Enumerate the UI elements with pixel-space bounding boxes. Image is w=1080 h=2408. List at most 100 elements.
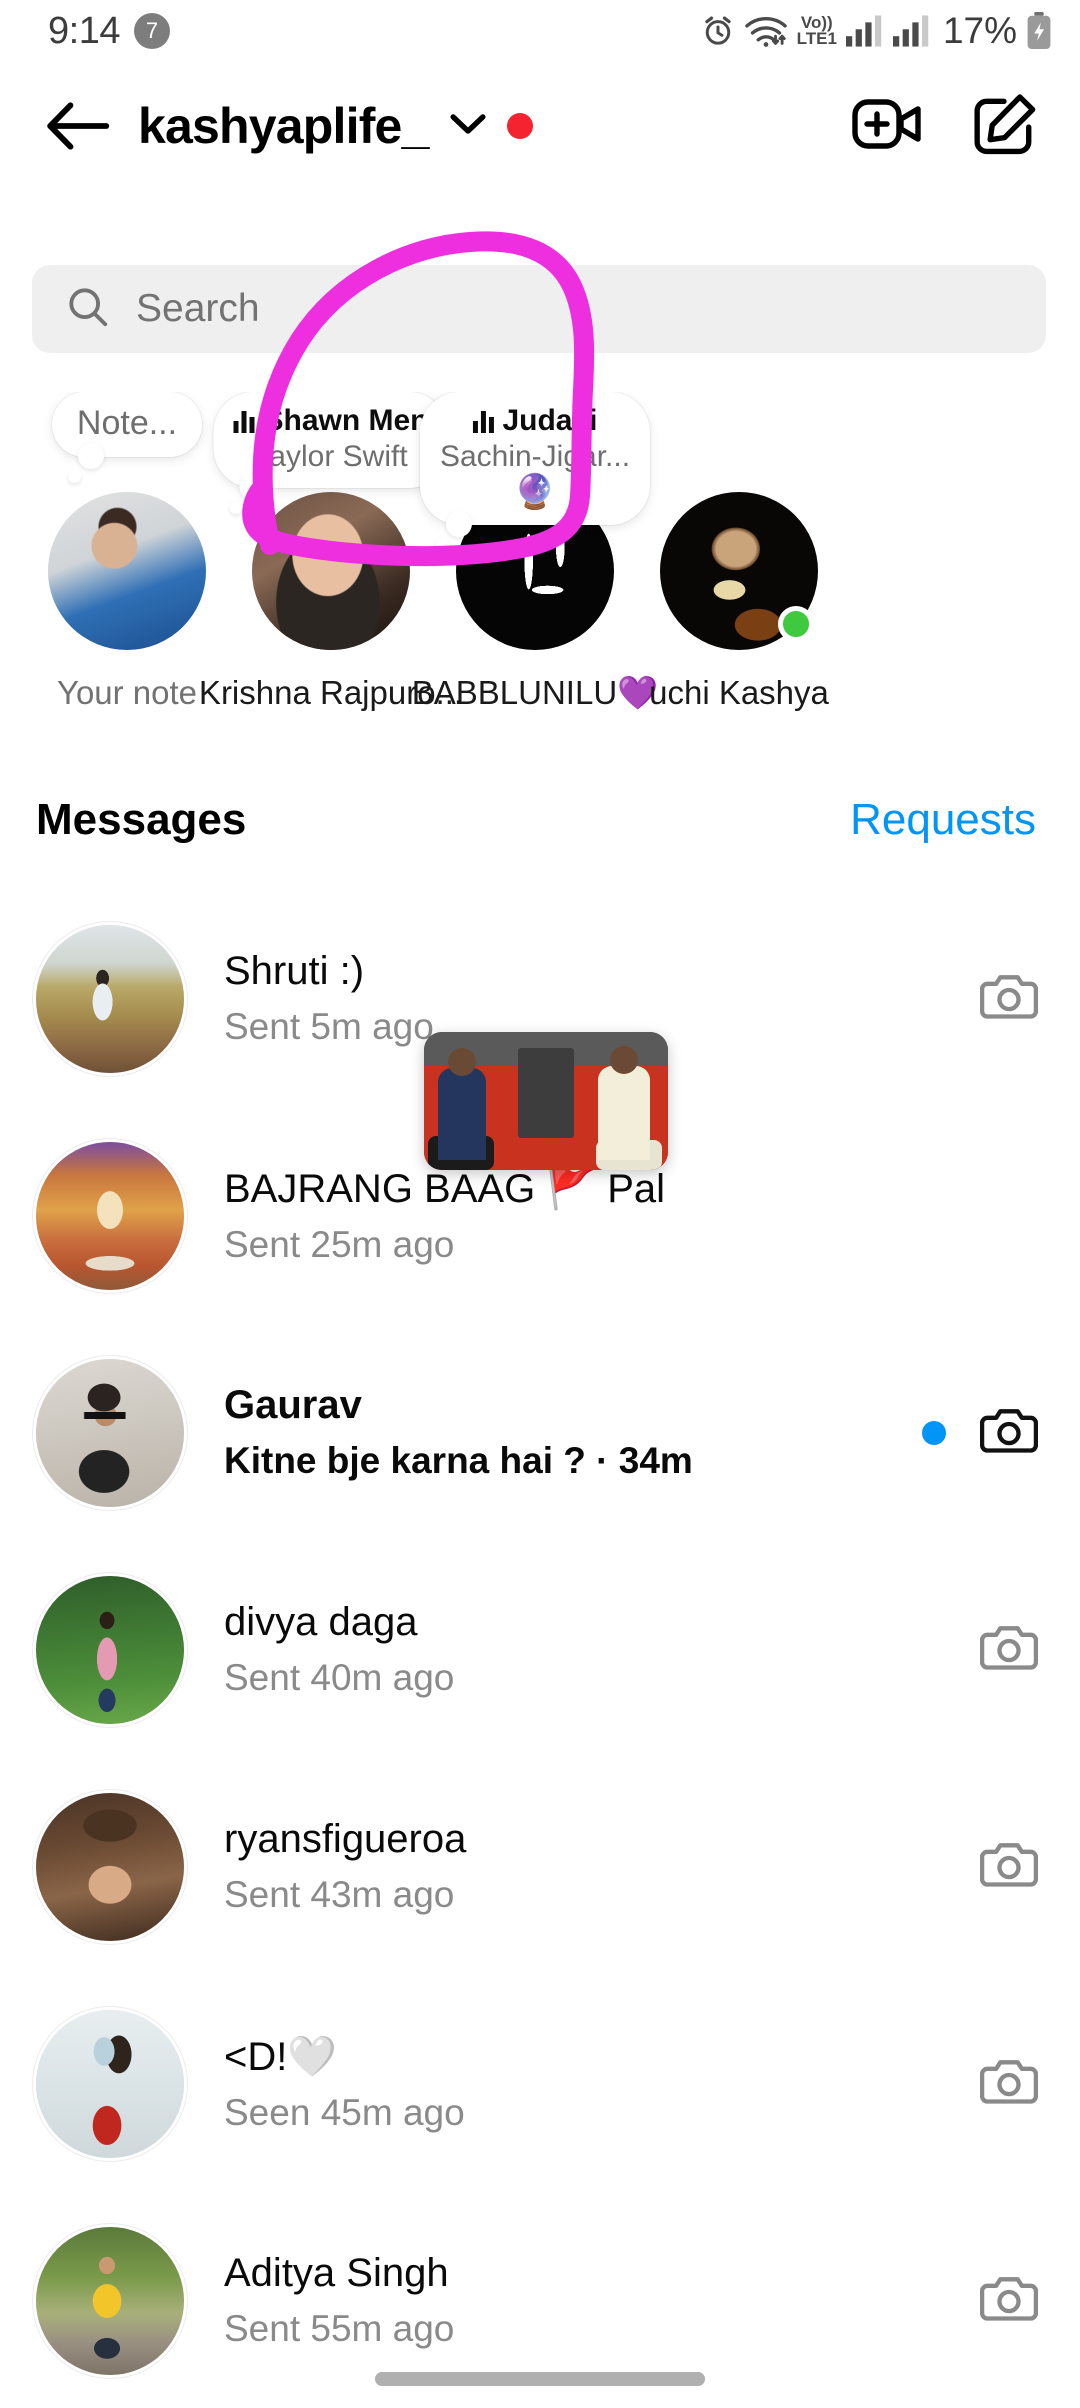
note-music-row: Judaai	[440, 404, 630, 438]
note-song-artist: Taylor Swift	[254, 440, 408, 473]
camera-icon[interactable]	[979, 970, 1039, 1027]
camera-icon[interactable]	[979, 2272, 1039, 2329]
avatar[interactable]	[36, 1358, 184, 1507]
table-row[interactable]: <D!🤍 Seen 45m ago	[0, 1975, 1080, 2192]
battery-icon	[1026, 12, 1052, 50]
status-bar-left: 9:14 7	[48, 10, 170, 53]
note-song-title: Shawn Men	[263, 404, 429, 437]
conversation-text: ryansfigueroa Sent 43m ago	[224, 1817, 980, 1916]
floating-video-preview[interactable]	[424, 1032, 668, 1170]
chevron-down-icon[interactable]	[449, 111, 487, 142]
camera-icon[interactable]	[979, 1838, 1039, 1895]
video-preview-person-left	[438, 1048, 486, 1160]
note-song-artist: Sachin-Jigar...	[439, 440, 631, 473]
conversation-text: BAJRANG BAAG 🚩 Pal Sent 25m ago	[224, 1165, 1038, 1266]
alarm-icon	[701, 14, 735, 48]
note-emoji: 🔮	[513, 473, 557, 511]
story-name: BABBLUNILU💜	[411, 674, 659, 711]
table-row[interactable]: Gaurav Kitne bje karna hai ? · 34m	[0, 1324, 1080, 1541]
table-row[interactable]: ryansfigueroa Sent 43m ago	[0, 1758, 1080, 1975]
account-switcher[interactable]: kashyaplife_	[138, 97, 533, 155]
music-equalizer-icon	[233, 409, 255, 433]
conversation-name: Shruti :)	[224, 949, 365, 993]
row-actions	[979, 1838, 1039, 1895]
instagram-direct-screen: 9:14 7 Vo)) LTE1 17% kashyaplife_ Search…	[0, 0, 1080, 2408]
note-bubble[interactable]: Shawn Men Taylor Swift	[213, 392, 449, 514]
new-message-icon[interactable]	[972, 93, 1038, 160]
avatar[interactable]	[36, 1792, 184, 1941]
note-bubble[interactable]: Judaai Sachin-Jigar... 🔮	[419, 392, 651, 552]
messages-section-header: Messages Requests	[0, 795, 1080, 845]
conversation-text: Aditya Singh Sent 55m ago	[224, 2251, 980, 2350]
search-icon	[66, 285, 110, 334]
search-placeholder: Search	[136, 287, 260, 330]
conversation-text: Gaurav Kitne bje karna hai ? · 34m	[224, 1383, 922, 1482]
conversation-name: Aditya Singh	[224, 2251, 449, 2295]
online-status-indicator	[778, 606, 814, 642]
page-title: kashyaplife_	[138, 98, 429, 154]
row-actions	[979, 2272, 1039, 2329]
app-header: kashyaplife_	[0, 62, 1080, 190]
conversation-name: <D!🤍	[224, 2035, 338, 2079]
avatar[interactable]	[660, 492, 818, 650]
row-actions	[979, 1621, 1039, 1678]
battery-percent-label: 17%	[942, 10, 1017, 51]
avatar[interactable]	[36, 1141, 184, 1290]
requests-link[interactable]: Requests	[850, 795, 1036, 845]
avatar[interactable]	[36, 2009, 184, 2158]
search-input[interactable]: Search	[32, 265, 1046, 353]
row-actions	[922, 1404, 1039, 1461]
volte-icon: Vo)) LTE1	[796, 15, 837, 48]
unread-indicator	[922, 1420, 946, 1445]
avatar[interactable]	[36, 2226, 184, 2375]
volte-label-bottom: LTE1	[796, 29, 837, 48]
notes-stories-row[interactable]: Note... Your note Shawn Men Taylor Swift	[0, 392, 1080, 722]
conversation-text: divya daga Sent 40m ago	[224, 1600, 980, 1699]
status-bar-right: Vo)) LTE1 17%	[701, 10, 1052, 52]
conversation-preview: Kitne bje karna hai ? · 34m	[224, 1440, 693, 1481]
back-button[interactable]	[40, 88, 116, 164]
conversation-name: ryansfigueroa	[224, 1817, 467, 1861]
conversation-preview: Sent 40m ago	[224, 1657, 455, 1698]
conversation-name: Gaurav	[224, 1383, 362, 1427]
avatar[interactable]	[48, 492, 206, 650]
conversation-preview: Sent 55m ago	[224, 2308, 455, 2349]
status-badge	[506, 113, 533, 139]
status-bar: 9:14 7 Vo)) LTE1 17%	[0, 0, 1080, 62]
video-preview-pillar	[518, 1048, 574, 1138]
camera-icon[interactable]	[979, 2055, 1039, 2112]
notification-count-badge: 7	[133, 13, 170, 49]
note-text: Note...	[76, 404, 178, 442]
conversation-name: BAJRANG BAAG 🚩 Pal	[224, 1167, 666, 1211]
avatar[interactable]	[36, 1575, 184, 1724]
header-actions	[852, 93, 1038, 160]
signal-icon-1	[845, 15, 884, 47]
video-preview-person-right	[598, 1046, 650, 1160]
video-call-icon[interactable]	[852, 94, 924, 159]
conversation-preview: Sent 25m ago	[224, 1224, 455, 1265]
camera-icon[interactable]	[979, 1404, 1039, 1461]
note-bubble[interactable]: Note...	[52, 392, 202, 483]
conversation-preview: Seen 45m ago	[224, 2092, 465, 2133]
clock-label: 9:14	[48, 9, 120, 52]
story-name: Your note	[56, 674, 198, 711]
row-actions	[979, 2055, 1039, 2112]
avatar[interactable]	[36, 924, 184, 1073]
section-title: Messages	[36, 795, 247, 844]
music-equalizer-icon	[472, 409, 494, 433]
table-row[interactable]: divya daga Sent 40m ago	[0, 1541, 1080, 1758]
row-actions	[979, 970, 1039, 1027]
conversation-text: <D!🤍 Seen 45m ago	[224, 2033, 980, 2134]
conversation-preview: Sent 43m ago	[224, 1874, 455, 1915]
home-indicator	[375, 2372, 705, 2386]
wifi-icon	[744, 14, 788, 48]
conversation-name: divya daga	[224, 1600, 418, 1644]
avatar-image	[48, 492, 206, 650]
story-name: uchi Kashya	[649, 674, 829, 711]
avatar[interactable]	[252, 492, 410, 650]
avatar-image	[252, 492, 410, 650]
note-song-title: Judaai	[502, 404, 598, 437]
camera-icon[interactable]	[979, 1621, 1039, 1678]
signal-icon-2	[892, 15, 931, 47]
note-music-row: Shawn Men	[233, 404, 429, 438]
